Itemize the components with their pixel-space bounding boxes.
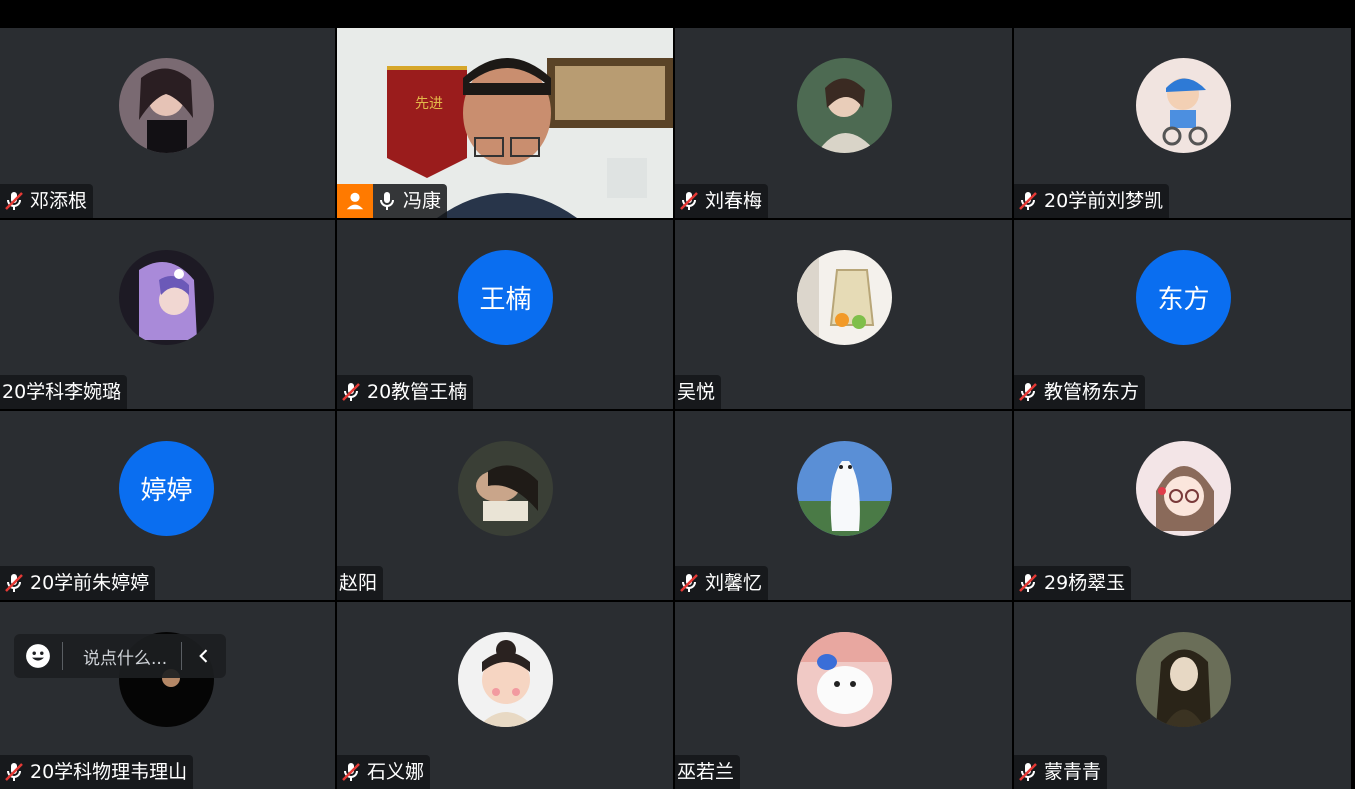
mic-muted-icon	[677, 571, 701, 595]
chat-message-input[interactable]: 说点什么...	[63, 644, 181, 669]
participant-name: 20学前刘梦凯	[1044, 190, 1164, 212]
participant-nameplate: 邓添根	[0, 184, 94, 218]
initials-avatar: 婷婷	[119, 441, 214, 536]
collapse-chat-button[interactable]	[182, 634, 226, 678]
participant-tile[interactable]: 婷婷 20学前朱婷婷	[0, 411, 335, 600]
participant-name: 巫若兰	[677, 761, 735, 783]
participant-name: 吴悦	[677, 381, 716, 403]
participant-tile[interactable]: 巫若兰	[675, 602, 1012, 789]
participant-name: 邓添根	[30, 190, 88, 212]
participant-nameplate: 20学科李婉璐	[0, 375, 128, 409]
participant-tile[interactable]: 蒙青青	[1014, 602, 1351, 789]
participant-nameplate: 赵阳	[337, 566, 384, 600]
participant-name: 石义娜	[367, 761, 425, 783]
participant-name: 蒙青青	[1044, 761, 1102, 783]
participant-name: 20学前朱婷婷	[30, 572, 150, 594]
participant-nameplate: 20学前朱婷婷	[0, 566, 156, 600]
participant-name: 冯康	[403, 190, 442, 212]
participant-name: 29杨翠玉	[1044, 572, 1126, 594]
mic-muted-icon	[2, 760, 26, 784]
participant-tile[interactable]: 邓添根	[0, 28, 335, 218]
participant-tile[interactable]: 刘馨忆	[675, 411, 1012, 600]
svg-text:先进: 先进	[415, 96, 443, 112]
participant-name: 教管杨东方	[1044, 381, 1140, 403]
participant-nameplate: 吴悦	[675, 375, 722, 409]
participant-name: 赵阳	[339, 572, 378, 594]
participant-avatar	[1136, 441, 1231, 536]
participant-name: 刘馨忆	[705, 572, 763, 594]
participant-tile[interactable]: 赵阳	[337, 411, 673, 600]
host-badge	[337, 184, 373, 218]
participant-nameplate: 29杨翠玉	[1014, 566, 1132, 600]
mic-muted-icon	[2, 189, 26, 213]
participant-avatar	[797, 632, 892, 727]
mic-muted-icon	[2, 571, 26, 595]
participant-nameplate: 20学科物理韦理山	[0, 755, 194, 789]
chevron-left-icon	[199, 649, 208, 663]
participant-avatar	[458, 632, 553, 727]
participant-avatar	[119, 58, 214, 153]
participant-nameplate: 石义娜	[337, 755, 431, 789]
participant-avatar	[1136, 58, 1231, 153]
participant-avatar	[797, 58, 892, 153]
participant-tile[interactable]: 东方 教管杨东方	[1014, 220, 1351, 409]
participant-nameplate: 20学前刘梦凯	[1014, 184, 1170, 218]
participant-name: 20教管王楠	[367, 381, 468, 403]
mic-muted-icon	[1016, 760, 1040, 784]
participant-name: 20学科李婉璐	[2, 381, 122, 403]
mic-muted-icon	[1016, 571, 1040, 595]
mic-on-icon	[375, 189, 399, 213]
participant-nameplate: 冯康	[373, 184, 448, 218]
participant-nameplate: 教管杨东方	[1014, 375, 1146, 409]
participant-avatar	[119, 250, 214, 345]
participant-tile[interactable]: 20学科物理韦理山	[0, 602, 335, 789]
participant-name: 20学科物理韦理山	[30, 761, 188, 783]
participant-tile[interactable]: 刘春梅	[675, 28, 1012, 218]
smiley-icon	[26, 644, 50, 668]
participant-avatar	[1136, 632, 1231, 727]
participant-avatar	[797, 441, 892, 536]
participant-nameplate: 刘馨忆	[675, 566, 769, 600]
participant-tile-video[interactable]: 先进 冯康	[337, 28, 673, 218]
top-bar	[0, 0, 1355, 28]
mic-muted-icon	[677, 189, 701, 213]
mic-muted-icon	[339, 380, 363, 404]
participant-avatar	[458, 441, 553, 536]
chat-input-bar: 说点什么...	[14, 634, 226, 678]
participant-avatar	[797, 250, 892, 345]
participant-nameplate: 巫若兰	[675, 755, 741, 789]
participant-tile[interactable]: 20学科李婉璐	[0, 220, 335, 409]
participant-nameplate: 20教管王楠	[337, 375, 474, 409]
participant-nameplate: 刘春梅	[675, 184, 769, 218]
mic-muted-icon	[339, 760, 363, 784]
participant-tile[interactable]: 吴悦	[675, 220, 1012, 409]
participant-tile[interactable]: 王楠 20教管王楠	[337, 220, 673, 409]
participant-tile[interactable]: 20学前刘梦凯	[1014, 28, 1351, 218]
initials-avatar: 东方	[1136, 250, 1231, 345]
mic-muted-icon	[1016, 189, 1040, 213]
participant-name: 刘春梅	[705, 190, 763, 212]
mic-muted-icon	[1016, 380, 1040, 404]
participant-nameplate: 蒙青青	[1014, 755, 1108, 789]
initials-avatar: 王楠	[458, 250, 553, 345]
host-person-icon	[346, 192, 364, 210]
emoji-button[interactable]	[14, 634, 62, 678]
participant-tile[interactable]: 29杨翠玉	[1014, 411, 1351, 600]
participant-tile[interactable]: 石义娜	[337, 602, 673, 789]
